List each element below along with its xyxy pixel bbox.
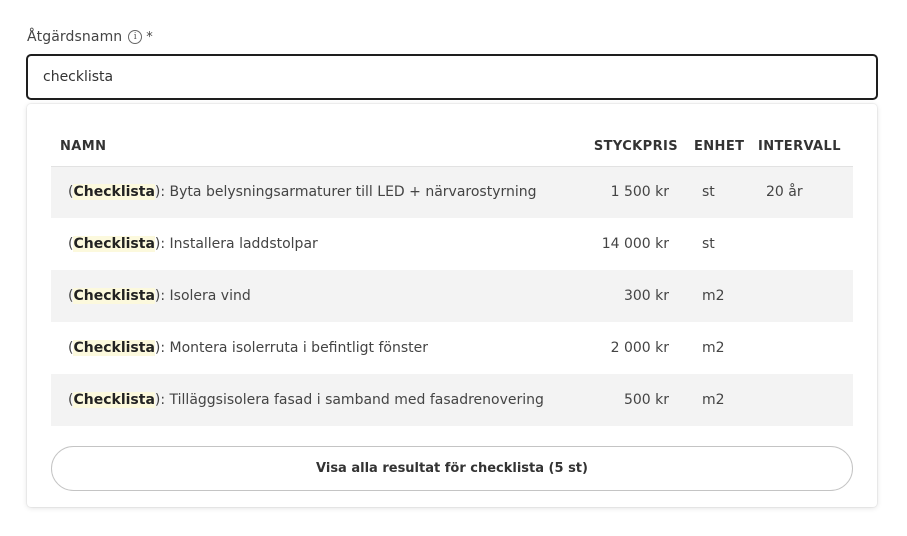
result-suffix: ): (154, 392, 166, 408)
result-name-cell: (Checklista): Montera isolerruta i befin… (51, 322, 592, 374)
result-name-cell: (Checklista): Byta belysningsarmaturer t… (51, 166, 592, 218)
result-interval: 20 år (752, 166, 853, 218)
result-interval (752, 218, 853, 270)
results-table: NAMN STYCKPRIS ENHET INTERVALL (Checklis… (51, 128, 853, 426)
result-highlight-tag: Checklista (73, 184, 155, 201)
result-name-cell: (Checklista): Tilläggsisolera fasad i sa… (51, 374, 592, 426)
result-name: Montera isolerruta i befintligt fönster (169, 340, 428, 356)
result-price: 1 500 kr (592, 166, 684, 218)
result-unit: m2 (684, 374, 752, 426)
result-name-cell: (Checklista): Installera laddstolpar (51, 218, 592, 270)
result-row[interactable]: (Checklista): Installera laddstolpar 14 … (51, 218, 853, 270)
result-unit: st (702, 236, 715, 252)
result-unit: st (684, 166, 752, 218)
result-unit: m2 (684, 270, 752, 322)
result-interval (752, 270, 853, 322)
column-header-unit: ENHET (684, 128, 752, 167)
search-results-dropdown: NAMN STYCKPRIS ENHET INTERVALL (Checklis… (27, 104, 877, 507)
result-interval (752, 374, 853, 426)
results-header-row: NAMN STYCKPRIS ENHET INTERVALL (51, 128, 853, 167)
result-row[interactable]: (Checklista): Byta belysningsarmaturer t… (51, 166, 853, 218)
field-label-text: Åtgärdsnamn (27, 29, 123, 45)
result-unit: m2 (702, 340, 725, 356)
result-name: Byta belysningsarmaturer till LED + närv… (169, 184, 537, 201)
result-price: 14 000 kr (601, 236, 669, 252)
result-price: 300 kr (592, 270, 684, 322)
result-name: Installera laddstolpar (169, 236, 318, 252)
field-label: Åtgärdsnamn i * (27, 29, 153, 45)
result-suffix: ): (154, 340, 166, 356)
result-price: 500 kr (592, 374, 684, 426)
result-row[interactable]: (Checklista): Montera isolerruta i befin… (51, 322, 853, 374)
required-marker: * (146, 29, 153, 45)
info-icon[interactable]: i (128, 30, 143, 44)
result-highlight-tag: Checklista (73, 288, 155, 304)
column-header-price: STYCKPRIS (592, 128, 684, 167)
result-suffix: ): (154, 288, 166, 304)
result-row[interactable]: (Checklista): Isolera vind 300 kr m2 (51, 270, 853, 322)
column-header-interval: INTERVALL (752, 128, 853, 167)
result-highlight-tag: Checklista (73, 236, 155, 252)
result-suffix: ): (154, 184, 166, 201)
result-interval (752, 322, 853, 374)
result-price: 2 000 kr (610, 340, 669, 356)
result-row[interactable]: (Checklista): Tilläggsisolera fasad i sa… (51, 374, 853, 426)
show-all-results-button[interactable]: Visa alla resultat för checklista (5 st) (51, 446, 853, 491)
column-header-name: NAMN (51, 128, 592, 167)
result-suffix: ): (154, 236, 166, 252)
result-highlight-tag: Checklista (73, 340, 155, 356)
result-name-cell: (Checklista): Isolera vind (51, 270, 592, 322)
result-name: Tilläggsisolera fasad i samband med fasa… (169, 392, 544, 408)
result-name: Isolera vind (169, 288, 251, 304)
search-input[interactable] (26, 54, 878, 100)
result-highlight-tag: Checklista (73, 392, 155, 408)
